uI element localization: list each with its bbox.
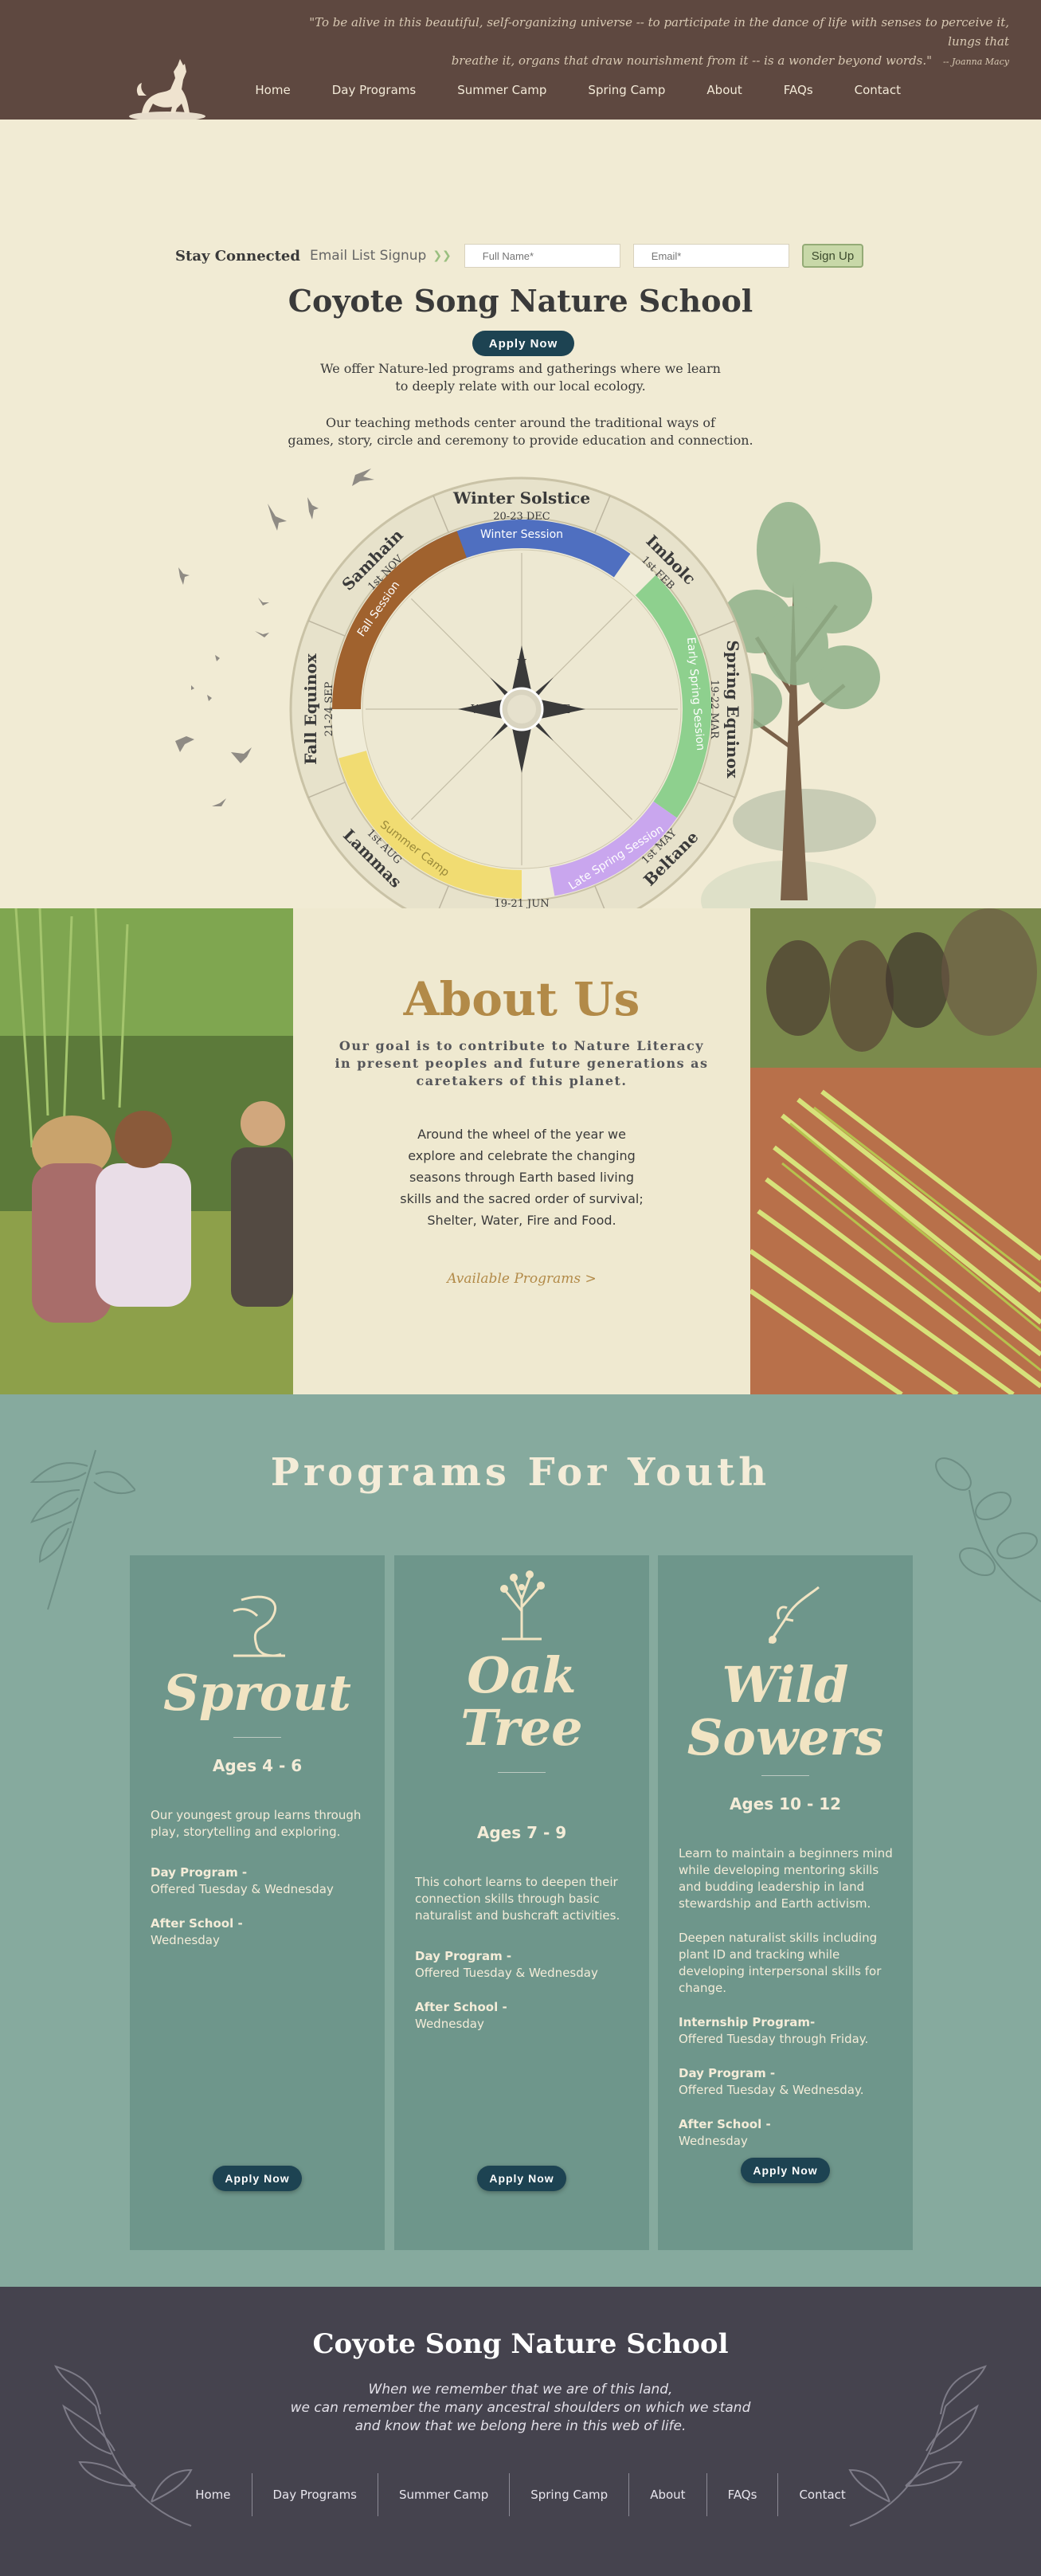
about-section: About Us Our goal is to contribute to Na… [0,908,1041,1394]
nav-contact[interactable]: Contact [834,83,922,97]
bird-icon [231,747,252,763]
compass-south: S [518,747,526,762]
holiday-name: Spring Equinox [723,640,742,778]
hand-with-seed-icon [768,1586,820,1644]
program-card-sprout: Sprout Ages 4 - 6 Our youngest group lea… [130,1555,385,2250]
signup-title: Stay Connected [175,247,300,265]
about-title: About Us [403,972,640,1026]
methods-text: Our teaching methods center around the t… [288,415,753,448]
session-label: Winter Session [480,528,563,541]
coyote-logo[interactable] [127,48,207,120]
program-card-wild-sowers: Wild Sowers Ages 10 - 12 Learn to maintai… [658,1555,913,2250]
apply-now-button[interactable]: Apply Now [472,331,574,356]
divider [498,1772,546,1773]
apply-now-button[interactable]: Apply Now [213,2166,302,2191]
intro-text: We offer Nature-led programs and gatheri… [320,361,721,394]
page-title: Coyote Song Nature School [288,283,753,319]
program-ages: Ages 4 - 6 [212,1756,303,1775]
nav-home[interactable]: Home [234,83,311,97]
about-body: Around the wheel of the year we explore a… [400,1127,644,1228]
available-programs-link[interactable]: Available Programs > [293,1271,750,1287]
email-signup: Stay Connected Email List Signup ❯❯ Sign… [175,244,864,268]
holiday-date: 20-23 DEC [493,511,550,523]
main-nav: Home Day Programs Summer Camp Spring Cam… [234,83,922,97]
signup-subtitle: Email List Signup [309,248,427,264]
bird-icon [255,631,269,637]
programs-title: Programs For Youth [270,1450,771,1495]
sign-up-button[interactable]: Sign Up [801,244,864,268]
program-details: Our youngest group learns through play, … [151,1808,362,1947]
holiday-date: 19-22 MAR [708,680,720,739]
bird-icon [215,655,220,661]
hero-section: Stay Connected Email List Signup ❯❯ Sign… [0,120,1041,942]
bird-icon [175,736,194,752]
wheel-of-the-year: Winter SessionEarly Spring SessionLate S… [289,476,754,942]
quote-line-2: breathe it, organs that draw nourishment… [451,53,933,68]
footer-nav-contact[interactable]: Contact [778,2473,866,2516]
footer-nav: Home Day Programs Summer Camp Spring Cam… [0,2473,1041,2516]
program-details: This cohort learns to deepen their conne… [415,1875,620,2031]
compass-north: N [516,657,526,671]
footer-nav-faqs[interactable]: FAQs [707,2473,779,2516]
divider [761,1775,809,1776]
holiday-name: Fall Equinox [301,653,320,764]
program-name: Oak Tree [460,1646,583,1757]
footer-nav-about[interactable]: About [629,2473,707,2516]
nav-faqs[interactable]: FAQs [763,83,834,97]
divider [233,1737,281,1738]
footer-title: Coyote Song Nature School [312,2328,729,2360]
footer-nav-day-programs[interactable]: Day Programs [252,2473,378,2516]
oak-tree-icon [500,1570,545,1641]
program-ages: Ages 10 - 12 [729,1794,842,1813]
apply-now-button[interactable]: Apply Now [477,2166,566,2191]
compass-west: W [471,702,483,716]
program-name: Sprout [163,1664,351,1722]
branch-leaf-icon [935,1457,1041,1602]
footer-nav-spring-camp[interactable]: Spring Camp [510,2473,630,2516]
nav-day-programs[interactable]: Day Programs [311,83,437,97]
bird-icon [212,798,226,806]
footer-tagline: When we remember that we are of this lan… [290,2382,751,2434]
site-header: "To be alive in this beautiful, self-org… [0,0,1041,120]
program-card-oak-tree: Oak Tree Ages 7 - 9 This cohort learns to… [394,1555,649,2250]
holiday-date: 21-24 SEP [323,681,335,736]
email-field[interactable] [632,244,789,268]
bird-icon [207,695,212,701]
footer-nav-home[interactable]: Home [174,2473,252,2516]
programs-section: Programs For Youth Sprout Ages 4 - 6 Our… [0,1394,1041,2287]
bird-icon [258,598,269,606]
full-name-field[interactable] [464,244,620,268]
reed-weaving-photo [750,908,1041,1394]
program-name: Wild Sowers [687,1656,884,1766]
quote-author: -- Joanna Macy [943,57,1009,67]
footer-nav-summer-camp[interactable]: Summer Camp [378,2473,511,2516]
program-ages: Ages 7 - 9 [476,1823,567,1842]
compass-east: E [562,702,571,716]
about-goal: Our goal is to contribute to Nature Lite… [335,1038,709,1088]
sprout-bird-icon [233,1595,285,1657]
fern-leaf-icon [29,1449,135,1610]
apply-now-button[interactable]: Apply Now [741,2158,830,2183]
nav-summer-camp[interactable]: Summer Camp [436,83,567,97]
program-details: Learn to maintain a beginners mind while… [679,1846,893,2148]
quote-line-1: "To be alive in this beautiful, self-org… [309,15,1009,49]
bird-icon [191,685,194,690]
site-footer: Coyote Song Nature School When we rememb… [0,2287,1041,2576]
bird-icon [178,567,190,585]
header-quote: "To be alive in this beautiful, self-org… [292,13,1009,72]
children-outdoors-photo [0,908,293,1394]
double-chevron-right-icon: ❯❯ [432,249,452,262]
nav-about[interactable]: About [686,83,762,97]
nav-spring-camp[interactable]: Spring Camp [567,83,686,97]
holiday-name: Winter Solstice [452,488,590,508]
